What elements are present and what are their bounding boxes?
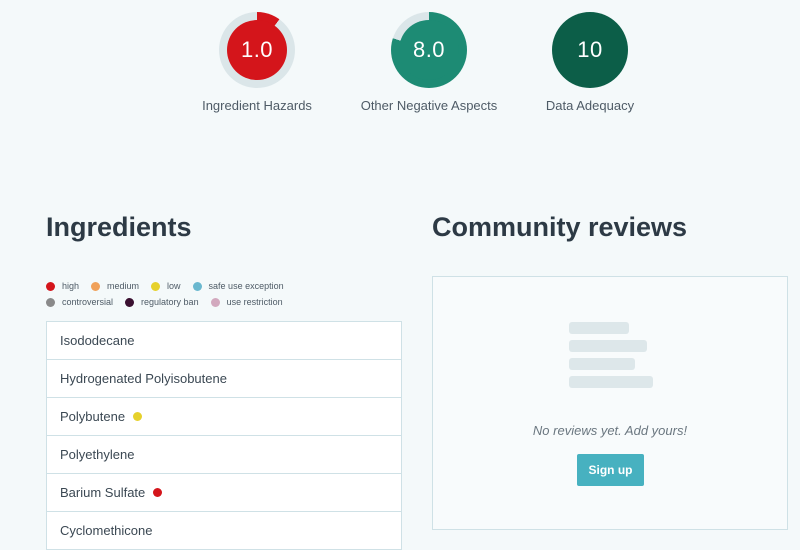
- score-ring: 1.0: [219, 12, 295, 88]
- ingredient-name: Barium Sulfate: [60, 485, 146, 500]
- legend-dot: [192, 281, 202, 291]
- score-ingredient-hazards: 1.0 Ingredient Hazards: [167, 12, 347, 113]
- legend-item-high: high: [46, 281, 79, 291]
- score-data-adequacy: 10 Data Adequacy: [500, 12, 680, 113]
- ingredient-list: Isododecane Hydrogenated Polyisobutene P…: [46, 321, 402, 550]
- score-label: Ingredient Hazards: [202, 98, 312, 113]
- legend-item-safe-use-exception: safe use exception: [192, 281, 284, 291]
- legend-label: safe use exception: [208, 281, 284, 291]
- score-label: Data Adequacy: [545, 98, 635, 113]
- ingredient-name: Polybutene: [60, 409, 126, 424]
- placeholder-line: [569, 340, 647, 352]
- hazard-dot: [153, 488, 163, 497]
- legend-dot: [46, 297, 55, 307]
- placeholder-line: [569, 376, 653, 388]
- score-value: 10: [560, 20, 620, 80]
- ingredient-name: Isododecane: [60, 333, 135, 348]
- legend-item-low: low: [151, 281, 181, 291]
- legend-dot: [46, 281, 55, 291]
- ingredient-name: Hydrogenated Polyisobutene: [60, 371, 227, 386]
- placeholder-line: [569, 358, 635, 370]
- ingredient-row-cyclomethicone[interactable]: Cyclomethicone: [47, 512, 401, 550]
- ingredients-heading: Ingredients: [46, 212, 192, 242]
- empty-reviews-illustration: [569, 322, 653, 394]
- legend-item-controversial: controversial: [46, 297, 113, 307]
- legend-label: high: [62, 281, 80, 291]
- legend-label: medium: [107, 281, 140, 291]
- score-ring: 8.0: [391, 12, 467, 88]
- legend-item-medium: medium: [91, 281, 139, 291]
- ingredient-row-barium-sulfate[interactable]: Barium Sulfate: [47, 474, 401, 512]
- legend-label: low: [167, 281, 181, 291]
- legend-dot: [125, 297, 135, 307]
- ingredient-row-polyethylene[interactable]: Polyethylene: [47, 436, 401, 474]
- score-other-negative-aspects: 8.0 Other Negative Aspects: [339, 12, 519, 113]
- score-value: 1.0: [227, 20, 287, 80]
- score-label: Other Negative Aspects: [360, 98, 498, 113]
- legend-item-regulatory-ban: regulatory ban: [125, 297, 199, 307]
- placeholder-line: [569, 322, 629, 334]
- score-value: 8.0: [399, 20, 459, 80]
- no-reviews-message: No reviews yet. Add yours!: [532, 423, 688, 438]
- score-ring: 10: [552, 12, 628, 88]
- legend-label: controversial: [62, 297, 114, 307]
- ingredient-row-hydrogenated-polyisobutene[interactable]: Hydrogenated Polyisobutene: [47, 360, 401, 398]
- ingredient-row-isododecane[interactable]: Isododecane: [47, 322, 401, 360]
- hazard-legend: high medium low safe use exception contr…: [46, 278, 296, 310]
- community-reviews-heading: Community reviews: [432, 212, 688, 242]
- legend-item-use-restriction: use restriction: [210, 297, 283, 307]
- legend-label: use restriction: [226, 297, 283, 307]
- hazard-dot: [133, 412, 143, 421]
- legend-label: regulatory ban: [141, 297, 199, 307]
- legend-dot: [151, 281, 161, 291]
- ingredient-name: Polyethylene: [60, 447, 135, 462]
- reviews-panel: No reviews yet. Add yours! Sign up: [432, 276, 788, 530]
- legend-row: controversial regulatory ban use restric…: [46, 294, 296, 310]
- legend-dot: [210, 297, 220, 307]
- ingredient-row-polybutene[interactable]: Polybutene: [47, 398, 401, 436]
- legend-row: high medium low safe use exception: [46, 278, 296, 294]
- legend-dot: [91, 281, 101, 291]
- sign-up-button[interactable]: Sign up: [577, 454, 644, 486]
